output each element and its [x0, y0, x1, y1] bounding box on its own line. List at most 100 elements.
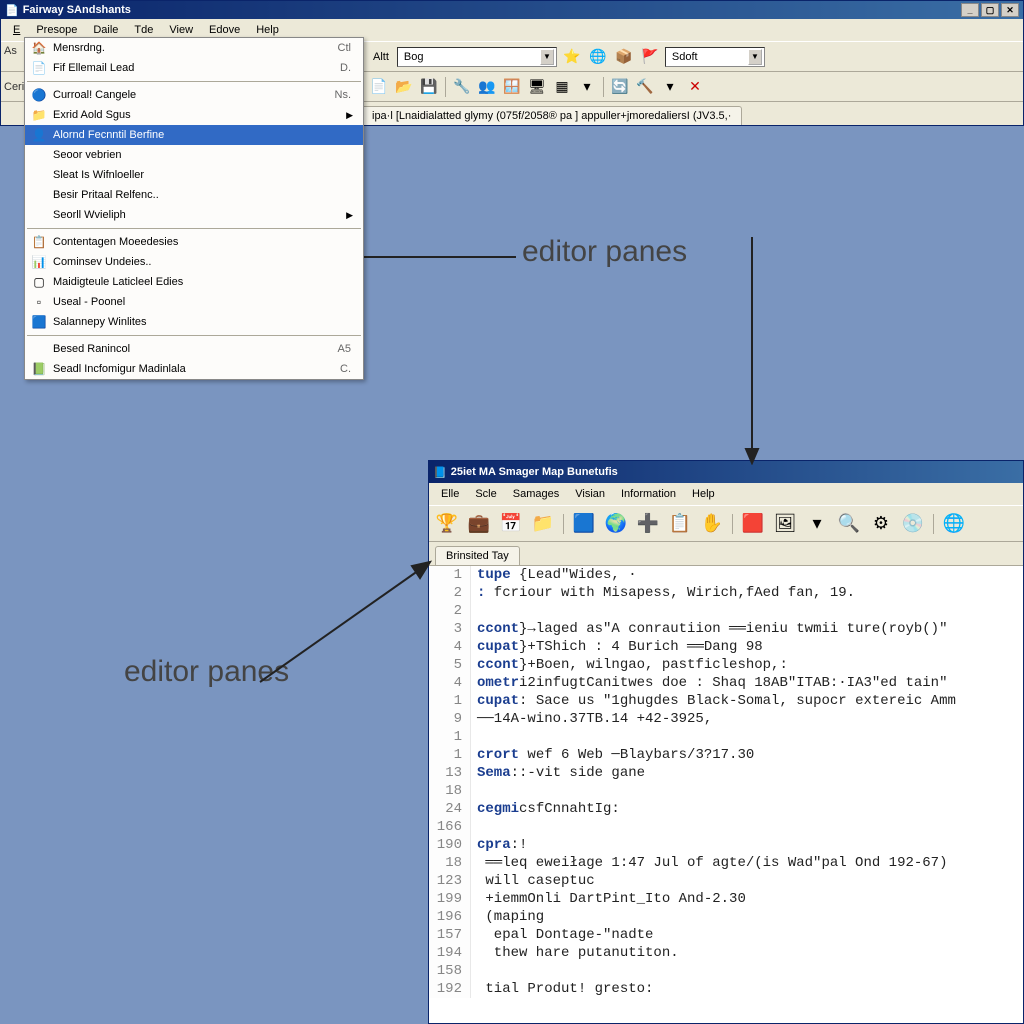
menu-scle[interactable]: Scle: [467, 486, 504, 502]
combo-2[interactable]: Sdoft ▼: [665, 47, 765, 67]
code-line: 18 ══leq eweiłage 1:47 Jul of agte/(is W…: [429, 854, 1023, 872]
menu-e[interactable]: E: [5, 22, 28, 38]
search-icon[interactable]: 🔍: [835, 510, 863, 538]
box-icon[interactable]: 📦: [613, 46, 635, 68]
editor-menubar: Elle Scle Samages Visian Information Hel…: [429, 483, 1023, 505]
square-icon[interactable]: 🟦: [570, 510, 598, 538]
menu-item-label: Sleat Is Wifnloeller: [49, 169, 359, 181]
menu-item-label: Fif Ellemail Lead: [49, 62, 340, 74]
wrench-icon[interactable]: 🔨: [634, 76, 656, 98]
menu-elle[interactable]: Elle: [433, 486, 467, 502]
minimize-button[interactable]: _: [961, 3, 979, 17]
menu-samages[interactable]: Samages: [505, 486, 567, 502]
editor-tabbar: Brinsited Tay: [429, 541, 1023, 565]
code-line: 166: [429, 818, 1023, 836]
save-icon[interactable]: 💾: [418, 76, 440, 98]
flag-icon[interactable]: 🚩: [639, 46, 661, 68]
doc-icon[interactable]: 📋: [666, 510, 694, 538]
side-menu: As Ceri: [4, 40, 24, 98]
people-icon[interactable]: 👥: [476, 76, 498, 98]
menu-item-icon: 📋: [29, 235, 49, 249]
pic-icon[interactable]: 🖼: [771, 510, 799, 538]
dropdown-item[interactable]: ▢Maidigteule Laticleel Edies: [25, 272, 363, 292]
tab-brinsited[interactable]: Brinsited Tay: [435, 546, 520, 565]
globe2-icon[interactable]: 🌍: [602, 510, 630, 538]
hand-icon[interactable]: ✋: [698, 510, 726, 538]
dropdown-item[interactable]: Besir Pritaal Relfenc..: [25, 185, 363, 205]
dropdown-item[interactable]: Seorll Wvieliph▶: [25, 205, 363, 225]
menu-tde[interactable]: Tde: [126, 22, 161, 38]
plus-icon[interactable]: ➕: [634, 510, 662, 538]
menu-item-label: Salannepy Winlites: [49, 316, 359, 328]
screen-icon[interactable]: 🖥: [526, 76, 548, 98]
dropdown-item[interactable]: 📗Seadl Incfomigur MadinlalaC.: [25, 359, 363, 379]
code-line: 1: [429, 728, 1023, 746]
dropdown-item[interactable]: 📁Exrid Aold Sgus▶: [25, 105, 363, 125]
editor-titlebar: 📘 25iet MA Smager Map Bunetufis: [429, 461, 1023, 483]
menu-item-icon: 👤: [29, 128, 49, 142]
dropdown-arrow-icon[interactable]: ▾: [659, 76, 681, 98]
briefcase-icon[interactable]: 💼: [465, 510, 493, 538]
combo-1[interactable]: Bog ▼: [397, 47, 557, 67]
window-icon[interactable]: 🪟: [501, 76, 523, 98]
menu-item-icon: 📁: [29, 108, 49, 122]
code-line: 9──14A-wino.37TB.14 +42-3925,: [429, 710, 1023, 728]
new-icon[interactable]: 📄: [368, 76, 390, 98]
gear-icon[interactable]: ⚙: [867, 510, 895, 538]
tool-icon[interactable]: 🔧: [451, 76, 473, 98]
menu-view[interactable]: View: [161, 22, 201, 38]
dropdown-item[interactable]: 🏠Mensrdng.Ctl: [25, 38, 363, 58]
folder-icon[interactable]: 📁: [529, 510, 557, 538]
dropdown-item[interactable]: 📊Cominsev Undeies..: [25, 252, 363, 272]
grid-icon[interactable]: ▦: [551, 76, 573, 98]
menu-item-label: Exrid Aold Sgus: [49, 109, 346, 121]
dropdown-arrow-icon[interactable]: ▾: [576, 76, 598, 98]
code-line: 158: [429, 962, 1023, 980]
dropdown-item[interactable]: 👤Alornd Fecnntil Berfine: [25, 125, 363, 145]
dropdown-item[interactable]: 📄Fif Ellemail LeadD.: [25, 58, 363, 78]
editor-title: 25iet MA Smager Map Bunetufis: [451, 466, 618, 478]
menu-edove[interactable]: Edove: [201, 22, 248, 38]
dropdown-item[interactable]: 📋Contentagen Moeedesies: [25, 232, 363, 252]
menu-help2[interactable]: Help: [684, 486, 723, 502]
code-line: 190cpra:!: [429, 836, 1023, 854]
menu-daile[interactable]: Daile: [85, 22, 126, 38]
menu-item-label: Seoor vebrien: [49, 149, 359, 161]
menu-information[interactable]: Information: [613, 486, 684, 502]
dropdown-item[interactable]: Sleat Is Wifnloeller: [25, 165, 363, 185]
menu-item-label: Useal - Poonel: [49, 296, 359, 308]
code-line: 1cupat: Sace us "1ghugdes Black-Somal, s…: [429, 692, 1023, 710]
open-icon[interactable]: 📂: [393, 76, 415, 98]
world-icon[interactable]: 🌐: [940, 510, 968, 538]
refresh-icon[interactable]: 🔄: [609, 76, 631, 98]
disk-icon[interactable]: 💿: [899, 510, 927, 538]
dropdown-item[interactable]: ▫Useal - Poonel: [25, 292, 363, 312]
calendar-icon[interactable]: 📅: [497, 510, 525, 538]
menu-presope[interactable]: Presope: [28, 22, 85, 38]
chevron-right-icon: ▶: [346, 110, 359, 121]
menu-item-icon: 📗: [29, 362, 49, 376]
code-line: 123 will caseptuc: [429, 872, 1023, 890]
menu-item-label: Alornd Fecnntil Berfine: [49, 129, 359, 141]
red-icon[interactable]: 🟥: [739, 510, 767, 538]
close-button[interactable]: ✕: [1001, 3, 1019, 17]
code-editor[interactable]: 1tupe {Lead"Wides, ·2: fcriour with Misa…: [429, 565, 1023, 1023]
dropdown-arrow-icon[interactable]: ▾: [803, 510, 831, 538]
code-line: 24cegmicsfCnnahtIg:: [429, 800, 1023, 818]
menu-visian[interactable]: Visian: [567, 486, 613, 502]
menu-item-label: Besed Ranincol: [49, 343, 338, 355]
menu-help[interactable]: Help: [248, 22, 287, 38]
dropdown-item[interactable]: Seoor vebrien: [25, 145, 363, 165]
menu-item-label: Maidigteule Laticleel Edies: [49, 276, 359, 288]
delete-icon[interactable]: ✕: [684, 76, 706, 98]
tab-document[interactable]: ipa·l [Lnaidialatted glymy (075f/2058® p…: [361, 106, 742, 125]
code-line: 199 +iemmOnli DartPint_Ito And-2.30: [429, 890, 1023, 908]
globe-icon[interactable]: 🌐: [587, 46, 609, 68]
menu-item-label: Contentagen Moeedesies: [49, 236, 359, 248]
dropdown-item[interactable]: 🔵Curroal! CangeleNs.: [25, 85, 363, 105]
star-icon[interactable]: ⭐: [561, 46, 583, 68]
maximize-button[interactable]: ▢: [981, 3, 999, 17]
trophy-icon[interactable]: 🏆: [433, 510, 461, 538]
dropdown-item[interactable]: Besed RanincolA5: [25, 339, 363, 359]
dropdown-item[interactable]: 🟦Salannepy Winlites: [25, 312, 363, 332]
